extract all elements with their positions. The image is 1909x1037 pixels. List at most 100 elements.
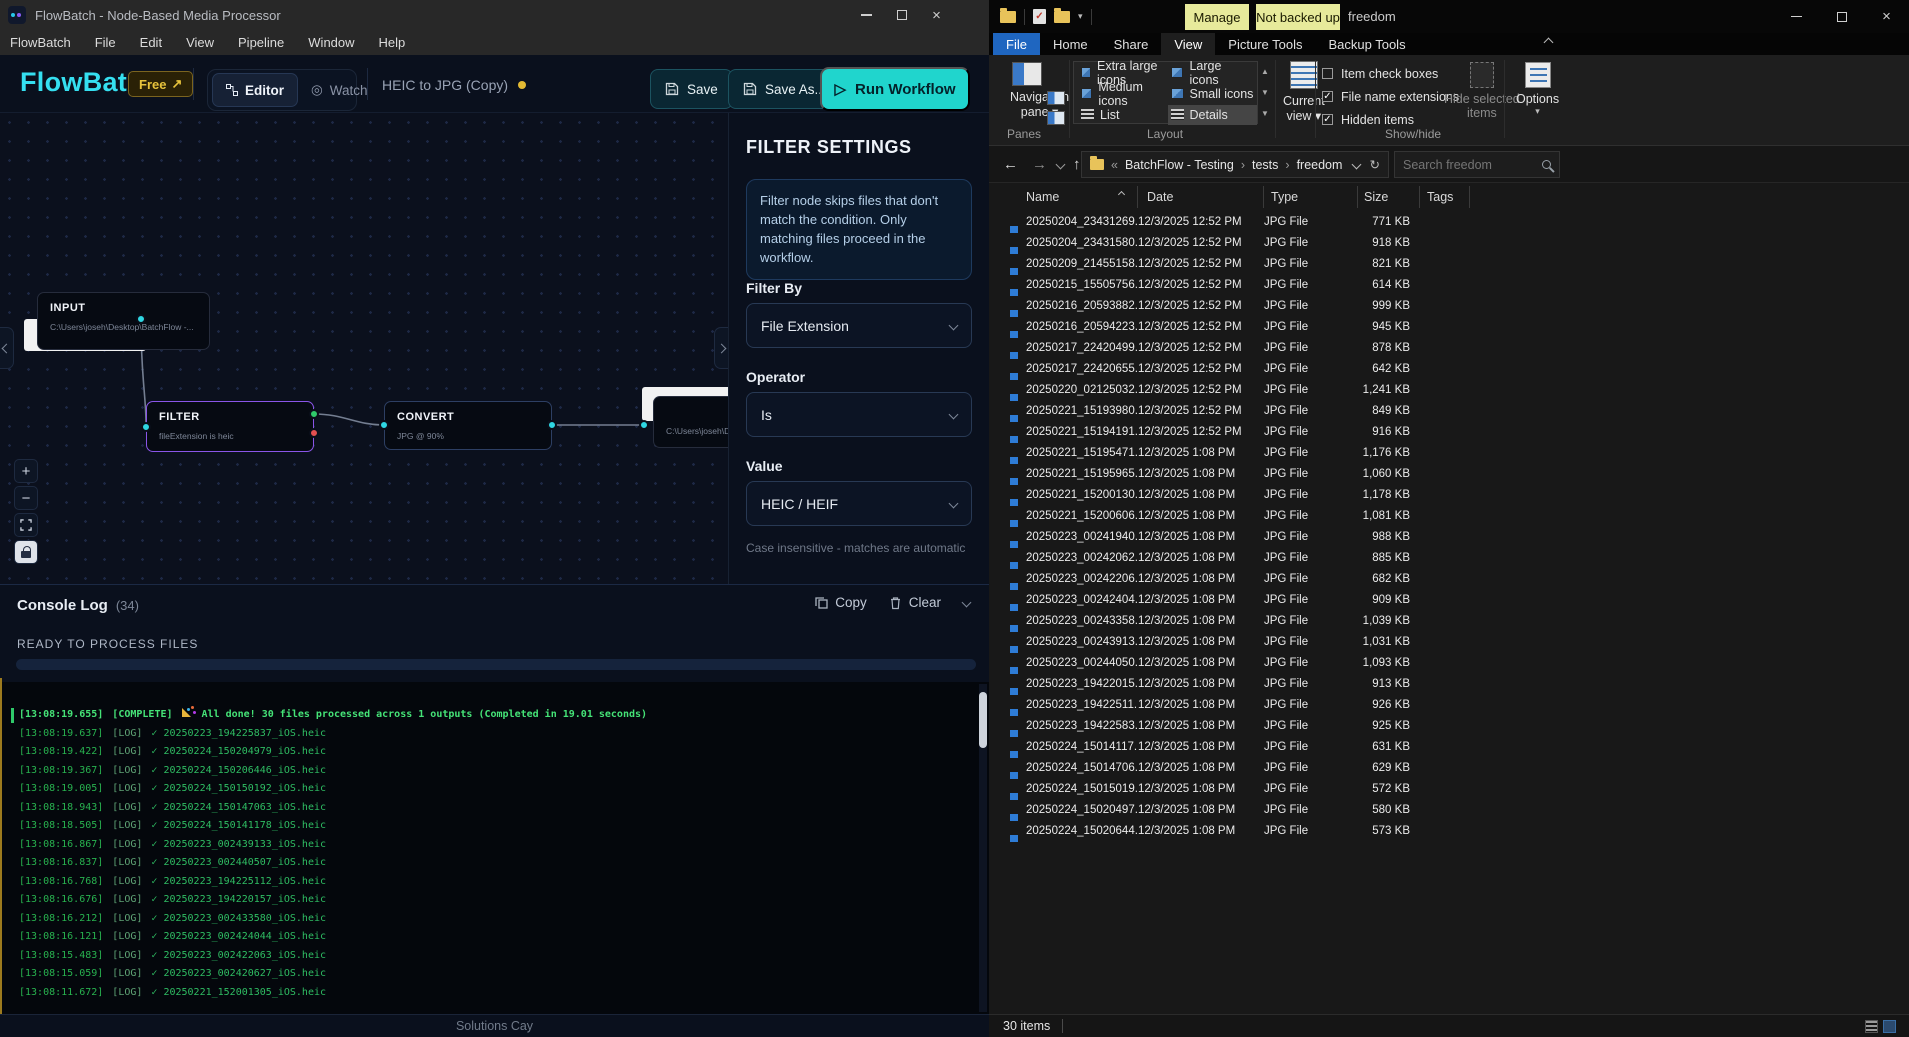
file-row[interactable]: 20250216_20593882... 12/3/2025 12:52 PM … xyxy=(989,295,1909,316)
console-log[interactable]: [13:08:19.655][COMPLETE]All done! 30 fil… xyxy=(0,682,989,1014)
layout-option[interactable]: List xyxy=(1078,105,1168,125)
file-row[interactable]: 20250221_15200606... 12/3/2025 1:08 PM J… xyxy=(989,505,1909,526)
column-header-type[interactable]: Type xyxy=(1264,186,1358,208)
clear-log-button[interactable]: Clear xyxy=(889,595,941,610)
file-row[interactable]: 20250223_00243358... 12/3/2025 1:08 PM J… xyxy=(989,610,1909,631)
file-row[interactable]: 20250221_15195965... 12/3/2025 1:08 PM J… xyxy=(989,463,1909,484)
maximize-button[interactable] xyxy=(1819,0,1864,33)
file-row[interactable]: 20250223_00241940... 12/3/2025 1:08 PM J… xyxy=(989,526,1909,547)
ribbon-tab[interactable]: Picture Tools xyxy=(1215,33,1315,55)
menu-item[interactable]: Help xyxy=(367,35,418,50)
ribbon-tab[interactable]: View xyxy=(1161,33,1215,55)
minimize-button[interactable] xyxy=(849,0,884,30)
file-row[interactable]: 20250224_15014117... 12/3/2025 1:08 PM J… xyxy=(989,736,1909,757)
node-canvas[interactable]: INPUT C:\Users\joseh\Desktop\BatchFlow -… xyxy=(0,113,728,584)
file-row[interactable]: 20250215_15505756... 12/3/2025 12:52 PM … xyxy=(989,274,1909,295)
column-header-size[interactable]: Size xyxy=(1358,186,1420,208)
layout-scroll-arrows[interactable]: ▲▼▼ xyxy=(1259,61,1271,124)
file-row[interactable]: 20250223_00242206... 12/3/2025 1:08 PM J… xyxy=(989,568,1909,589)
node-input[interactable]: INPUT C:\Users\joseh\Desktop\BatchFlow -… xyxy=(37,292,210,350)
log-scrollbar-thumb[interactable] xyxy=(979,692,987,748)
filter-match-port[interactable] xyxy=(309,409,319,419)
details-view-toggle[interactable] xyxy=(1865,1020,1878,1033)
right-panel-toggle[interactable] xyxy=(714,327,728,369)
minimize-button[interactable] xyxy=(1774,0,1819,33)
backup-context-tab[interactable]: Not backed up xyxy=(1256,4,1340,30)
file-row[interactable]: 20250223_00242404... 12/3/2025 1:08 PM J… xyxy=(989,589,1909,610)
menu-item[interactable]: Window xyxy=(296,35,366,50)
file-row[interactable]: 20250216_20594223... 12/3/2025 12:52 PM … xyxy=(989,316,1909,337)
layout-option[interactable]: Medium icons xyxy=(1078,84,1168,104)
breadcrumb[interactable]: « BatchFlow - Testing › tests › freedom … xyxy=(1081,151,1389,178)
lock-button[interactable] xyxy=(14,540,38,564)
checkbox[interactable]: ✓ xyxy=(1322,91,1333,102)
menu-item[interactable]: FlowBatch xyxy=(0,35,83,50)
search-box[interactable] xyxy=(1394,151,1560,178)
breadcrumb-item[interactable]: freedom xyxy=(1297,158,1343,172)
layout-option[interactable]: Large icons xyxy=(1168,63,1258,83)
file-row[interactable]: 20250217_22420655... 12/3/2025 12:52 PM … xyxy=(989,358,1909,379)
file-row[interactable]: 20250204_23431269... 12/3/2025 12:52 PM … xyxy=(989,211,1909,232)
convert-input-port[interactable] xyxy=(379,420,389,430)
details-pane-icon[interactable] xyxy=(1047,111,1065,125)
file-row[interactable]: 20250221_15200130... 12/3/2025 1:08 PM J… xyxy=(989,484,1909,505)
file-row[interactable]: 20250224_15020497... 12/3/2025 1:08 PM J… xyxy=(989,799,1909,820)
ribbon-tab[interactable]: Share xyxy=(1101,33,1162,55)
file-row[interactable]: 20250209_21455158... 12/3/2025 12:52 PM … xyxy=(989,253,1909,274)
log-scrollbar[interactable] xyxy=(979,684,987,1012)
qat-dropdown-icon[interactable]: ▾ xyxy=(1078,11,1083,22)
menu-item[interactable]: Pipeline xyxy=(226,35,296,50)
layout-option[interactable]: Details xyxy=(1168,105,1258,125)
file-row[interactable]: 20250221_15195471... 12/3/2025 1:08 PM J… xyxy=(989,442,1909,463)
copy-log-button[interactable]: Copy xyxy=(815,595,867,610)
showhide-option[interactable]: ✓ File name extensions xyxy=(1322,87,1459,106)
file-row[interactable]: 20250223_00244050... 12/3/2025 1:08 PM J… xyxy=(989,652,1909,673)
file-row[interactable]: 20250223_19422583... 12/3/2025 1:08 PM J… xyxy=(989,715,1909,736)
new-folder-icon[interactable] xyxy=(1054,11,1070,23)
current-view-button[interactable]: Current view ▾ xyxy=(1283,61,1325,123)
run-workflow-button[interactable]: ▷ Run Workflow xyxy=(820,67,970,111)
output-input-port[interactable] xyxy=(639,420,649,430)
search-input[interactable] xyxy=(1403,158,1528,172)
ribbon-tab[interactable]: Home xyxy=(1040,33,1101,55)
thumbnail-view-toggle[interactable] xyxy=(1883,1020,1896,1033)
zoom-in-button[interactable]: + xyxy=(14,459,38,483)
value-select[interactable]: HEIC / HEIF xyxy=(746,481,972,526)
filter-by-select[interactable]: File Extension xyxy=(746,303,972,348)
operator-select[interactable]: Is xyxy=(746,392,972,437)
tab-editor[interactable]: Editor xyxy=(212,73,298,107)
maximize-button[interactable] xyxy=(884,0,919,30)
file-row[interactable]: 20250223_00243913... 12/3/2025 1:08 PM J… xyxy=(989,631,1909,652)
file-row[interactable]: 20250217_22420499... 12/3/2025 12:52 PM … xyxy=(989,337,1909,358)
preview-pane-icon[interactable] xyxy=(1047,91,1065,105)
collapse-console-icon[interactable] xyxy=(962,598,972,608)
recent-locations-icon[interactable] xyxy=(1056,159,1066,169)
breadcrumb-item[interactable]: › xyxy=(1285,158,1289,172)
breadcrumb-item[interactable]: BatchFlow - Testing xyxy=(1125,158,1234,172)
folder-icon[interactable] xyxy=(1000,11,1016,23)
file-row[interactable]: 20250224_15014706... 12/3/2025 1:08 PM J… xyxy=(989,757,1909,778)
breadcrumb-item[interactable]: « xyxy=(1111,158,1118,172)
menu-item[interactable]: Edit xyxy=(128,35,174,50)
filter-nomatch-port[interactable] xyxy=(309,428,319,438)
ribbon-tab[interactable]: Backup Tools xyxy=(1315,33,1418,55)
manage-context-tab[interactable]: Manage xyxy=(1185,4,1249,30)
column-header-tags[interactable]: Tags xyxy=(1420,186,1470,208)
node-output[interactable]: OUTPUT C:\Users\joseh\Desktop\BatchFlow … xyxy=(653,396,728,448)
close-button[interactable]: × xyxy=(919,0,954,30)
forward-button[interactable]: → xyxy=(1032,156,1047,173)
ribbon-tab[interactable]: File xyxy=(993,33,1040,55)
refresh-icon[interactable]: ↻ xyxy=(1370,157,1380,172)
file-row[interactable]: 20250223_00242062... 12/3/2025 1:08 PM J… xyxy=(989,547,1909,568)
file-row[interactable]: 20250204_23431580... 12/3/2025 12:52 PM … xyxy=(989,232,1909,253)
left-panel-toggle[interactable] xyxy=(0,327,14,369)
zoom-out-button[interactable]: − xyxy=(14,486,38,510)
convert-output-port[interactable] xyxy=(547,420,557,430)
column-header-date[interactable]: Date xyxy=(1138,186,1264,208)
filter-input-port[interactable] xyxy=(141,422,151,432)
node-convert[interactable]: CONVERT JPG @ 90% xyxy=(384,401,552,450)
showhide-option[interactable]: Item check boxes xyxy=(1322,64,1459,83)
node-filter[interactable]: FILTER fileExtension is heic xyxy=(146,401,314,452)
file-row[interactable]: 20250223_19422511... 12/3/2025 1:08 PM J… xyxy=(989,694,1909,715)
fit-view-button[interactable] xyxy=(14,513,38,537)
